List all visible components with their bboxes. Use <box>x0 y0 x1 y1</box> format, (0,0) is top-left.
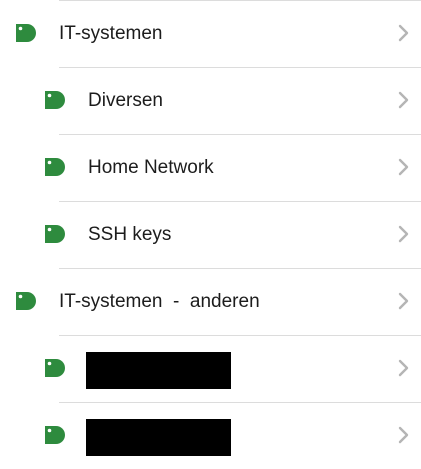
tag-icon <box>45 225 65 243</box>
tag-icon <box>16 292 36 310</box>
folder-list: IT-systemen Diversen Home Network SSH ke… <box>0 0 421 467</box>
chevron-right-icon <box>398 91 409 109</box>
list-item-label: IT-systemen - anderen <box>59 291 260 312</box>
redacted-label <box>86 419 231 456</box>
list-item-label: SSH keys <box>88 224 172 245</box>
list-item-it-systemen[interactable]: IT-systemen <box>0 0 421 67</box>
chevron-right-icon <box>398 225 409 243</box>
list-item-label: Home Network <box>88 157 214 178</box>
list-item-label: IT-systemen <box>59 23 163 44</box>
list-item-diversen[interactable]: Diversen <box>0 67 421 134</box>
chevron-right-icon <box>398 24 409 42</box>
chevron-right-icon <box>398 426 409 444</box>
list-item-redacted[interactable] <box>0 402 421 469</box>
tag-icon <box>45 426 65 444</box>
list-item-ssh-keys[interactable]: SSH keys <box>0 201 421 268</box>
tag-icon <box>16 24 36 42</box>
chevron-right-icon <box>398 292 409 310</box>
tag-icon <box>45 158 65 176</box>
list-item-label: Diversen <box>88 90 163 111</box>
list-item-it-systemen-anderen[interactable]: IT-systemen - anderen <box>0 268 421 335</box>
chevron-right-icon <box>398 359 409 377</box>
list-item-redacted[interactable] <box>0 335 421 402</box>
row-divider <box>59 402 421 403</box>
tag-icon <box>45 359 65 377</box>
list-item-home-network[interactable]: Home Network <box>0 134 421 201</box>
chevron-right-icon <box>398 158 409 176</box>
tag-icon <box>45 91 65 109</box>
redacted-label <box>86 352 231 389</box>
row-divider <box>59 335 421 336</box>
